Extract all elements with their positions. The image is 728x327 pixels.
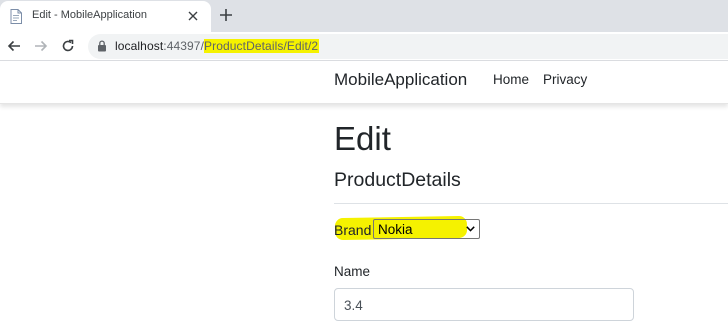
back-arrow-icon[interactable] [7,39,21,53]
tab-title: Edit - MobileApplication [32,9,147,21]
name-label: Name [334,264,371,279]
address-bar[interactable]: localhost:44397/ProductDetails/Edit/2 [88,34,728,59]
url-host: localhost [115,39,164,53]
page-subtitle: ProductDetails [334,169,461,191]
site-brand-link[interactable]: MobileApplication [334,70,467,90]
url-text: localhost:44397/ProductDetails/Edit/2 [115,39,320,53]
name-input[interactable]: 3.4 [334,288,634,321]
url-path: ProductDetails/Edit/2 [204,39,320,53]
site-navbar: MobileApplication Home Privacy [0,61,728,104]
browser-tab-strip: Edit - MobileApplication [0,0,728,32]
brand-select[interactable]: Nokia [373,219,480,239]
close-icon[interactable] [186,9,200,23]
new-tab-icon[interactable] [218,7,234,23]
brand-label: Brand [334,222,372,238]
nav-link-privacy[interactable]: Privacy [543,72,587,87]
brand-select-value: Nokia [378,222,413,237]
name-input-value: 3.4 [344,298,363,313]
browser-tab[interactable]: Edit - MobileApplication [0,1,211,32]
reload-icon[interactable] [61,39,75,53]
chevron-down-icon [466,226,475,232]
divider [334,203,728,204]
nav-link-home[interactable]: Home [493,72,529,87]
page-icon [10,9,22,24]
browser-toolbar: localhost:44397/ProductDetails/Edit/2 [0,32,728,61]
lock-icon[interactable] [97,40,107,52]
page-title: Edit [334,120,391,157]
forward-arrow-icon[interactable] [34,39,48,53]
url-port: :44397/ [163,39,205,53]
